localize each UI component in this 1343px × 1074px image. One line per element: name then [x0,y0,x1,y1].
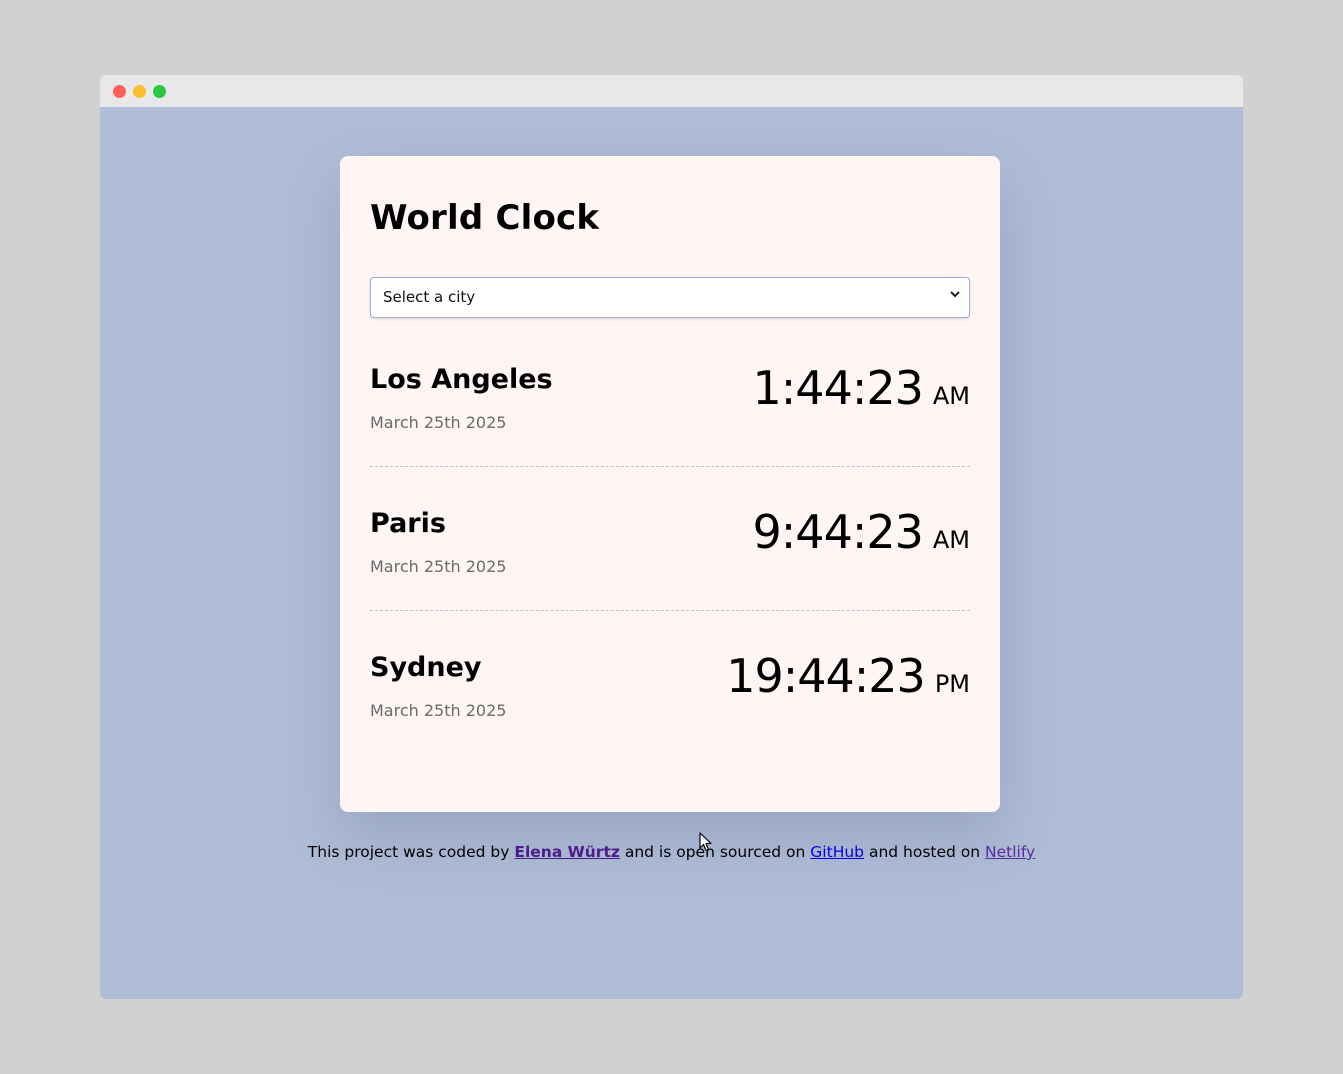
chevron-down-icon [949,288,961,304]
city-row-paris: Paris March 25th 2025 9:44:23 AM [370,490,970,634]
maximize-window-icon[interactable] [153,85,166,98]
time-period: AM [932,526,970,554]
city-time: 9:44:23 AM [753,505,970,559]
city-divider [370,610,970,611]
city-time: 19:44:23 PM [726,649,970,703]
time-digits: 19:44:23 [726,649,926,703]
time-digits: 9:44:23 [752,505,924,559]
window-titlebar [100,75,1243,107]
page-title: World Clock [370,198,600,238]
city-date: March 25th 2025 [370,557,507,576]
city-date: March 25th 2025 [370,413,507,432]
city-select-value: Select a city [383,288,476,306]
city-name: Sydney [370,652,482,683]
footer-text: This project was coded by [307,843,515,861]
netlify-link[interactable]: Netlify [985,843,1035,861]
city-row-sydney: Sydney March 25th 2025 19:44:23 PM [370,634,970,778]
city-date: March 25th 2025 [370,701,507,720]
time-period: AM [932,382,970,410]
footer-text: and hosted on [864,843,986,861]
city-name: Paris [370,508,446,539]
time-digits: 1:44:23 [752,361,924,415]
author-link[interactable]: Elena Würtz [514,843,620,861]
time-period: PM [934,670,970,698]
city-divider [370,466,970,467]
world-clock-card: World Clock Select a city Los Angeles Ma… [340,156,1000,812]
minimize-window-icon[interactable] [133,85,146,98]
city-select[interactable]: Select a city [370,277,970,318]
footer-credits: This project was coded by Elena Würtz an… [100,843,1243,861]
close-window-icon[interactable] [113,85,126,98]
footer-text: and is open sourced on [619,843,811,861]
city-time: 1:44:23 AM [753,361,970,415]
city-row-los-angeles: Los Angeles March 25th 2025 1:44:23 AM [370,346,970,490]
mouse-cursor-icon [699,832,712,852]
browser-window: World Clock Select a city Los Angeles Ma… [100,75,1243,999]
github-link[interactable]: GitHub [810,843,864,861]
city-name: Los Angeles [370,364,553,395]
